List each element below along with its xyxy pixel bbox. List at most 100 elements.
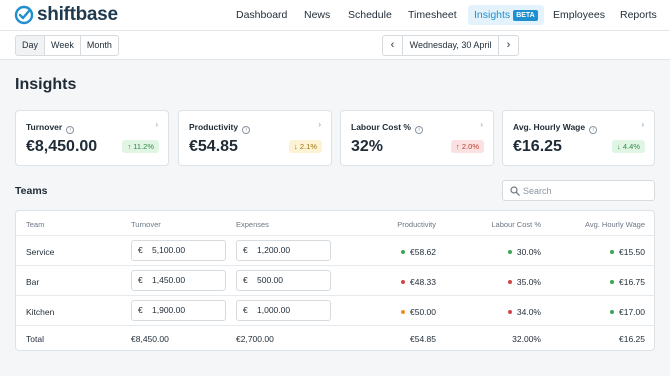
productivity-cell: €58.62 (401, 247, 436, 257)
nav-insights[interactable]: Insights BETA (468, 5, 544, 25)
total-productivity: €54.85 (410, 334, 436, 344)
info-icon[interactable]: i (66, 126, 75, 134)
wage-value: €16.75 (619, 277, 645, 287)
nav-employees[interactable]: Employees (553, 5, 605, 25)
wage-value: €17.00 (619, 307, 645, 317)
kpi-change-value: 11.2% (133, 142, 154, 151)
expenses-value: 500.00 (257, 275, 283, 285)
expenses-input[interactable]: €1,200.00 (236, 240, 331, 261)
view-month-button[interactable]: Month (81, 36, 118, 55)
kpi-change-value: 2.1% (299, 142, 317, 151)
total-turnover: €8,450.00 (131, 334, 169, 344)
status-dot (610, 280, 614, 284)
nav-news[interactable]: News (304, 5, 330, 25)
logo[interactable]: shiftbase (14, 4, 118, 25)
kpi-change-badge: ↑ 11.2% (122, 140, 159, 153)
arrow-down-icon: ↓ (617, 142, 621, 151)
search-input[interactable] (523, 183, 648, 198)
nav-timesheet[interactable]: Timesheet (408, 5, 457, 25)
status-dot (610, 310, 614, 314)
current-date[interactable]: Wednesday, 30 April (403, 36, 498, 55)
wage-cell: €16.75 (610, 277, 645, 287)
view-toolbar: Day Week Month ‹ Wednesday, 30 April › (0, 31, 670, 60)
turnover-input[interactable]: €1,900.00 (131, 300, 226, 321)
info-icon[interactable]: i (242, 126, 251, 134)
page-title: Insights (15, 76, 77, 93)
expenses-input[interactable]: €500.00 (236, 270, 331, 291)
nav-dashboard[interactable]: Dashboard (236, 5, 287, 25)
column-header-avg-hourly-wage[interactable]: Avg. Hourly Wage (585, 220, 645, 229)
table-row: Service €5,100.00 €1,200.00 €58.62 30.0%… (16, 236, 654, 266)
status-dot (507, 310, 512, 314)
euro-icon: € (138, 305, 143, 315)
chevron-left-icon[interactable]: ‹ (383, 36, 403, 55)
info-icon[interactable]: i (414, 126, 423, 134)
expenses-value: 1,200.00 (257, 245, 291, 255)
turnover-input[interactable]: €5,100.00 (131, 240, 226, 261)
status-dot (401, 310, 405, 314)
kpi-change-badge: ↓ 2.1% (289, 140, 322, 153)
status-dot (507, 250, 512, 254)
logo-text: shiftbase (37, 4, 118, 25)
chevron-right-icon[interactable]: › (498, 36, 518, 55)
column-header-team[interactable]: Team (26, 220, 44, 229)
kpi-label-text: Turnover (26, 122, 63, 132)
chevron-right-icon: › (155, 120, 158, 129)
column-header-labour-cost[interactable]: Labour Cost % (491, 220, 541, 229)
kpi-card-avg-hourly-wage[interactable]: Avg. Hourly Wage i › €16.25 ↓ 4.4% (502, 110, 655, 166)
euro-icon: € (243, 305, 248, 315)
arrow-up-icon: ↑ (456, 142, 460, 151)
kpi-card-labour-cost[interactable]: Labour Cost % i › 32% ↑ 2.0% (340, 110, 494, 166)
column-header-expenses[interactable]: Expenses (236, 220, 269, 229)
kpi-label: Turnover i (26, 122, 75, 134)
euro-icon: € (138, 275, 143, 285)
productivity-value: €58.62 (410, 247, 436, 257)
beta-badge: BETA (513, 10, 538, 21)
kpi-label: Productivity i (189, 122, 251, 134)
teams-heading: Teams (15, 185, 48, 197)
productivity-cell: €50.00 (401, 307, 436, 317)
nav-reports[interactable]: Reports (620, 5, 657, 25)
kpi-change-badge: ↓ 4.4% (612, 140, 645, 153)
info-icon[interactable]: i (589, 126, 598, 134)
turnover-input[interactable]: €1,450.00 (131, 270, 226, 291)
kpi-card-productivity[interactable]: Productivity i › €54.85 ↓ 2.1% (178, 110, 332, 166)
nav-insights-label: Insights (474, 9, 511, 21)
kpi-label-text: Labour Cost % (351, 122, 411, 132)
status-dot (401, 280, 405, 284)
nav-schedule[interactable]: Schedule (348, 5, 392, 25)
total-labour-cost: 32.00% (512, 334, 541, 344)
logo-check-icon (14, 5, 34, 25)
date-navigator: ‹ Wednesday, 30 April › (382, 35, 519, 56)
table-row: Kitchen €1,900.00 €1,000.00 €50.00 34.0%… (16, 296, 654, 326)
view-day-button[interactable]: Day (16, 36, 46, 55)
team-name: Service (26, 247, 55, 257)
kpi-change-value: 2.0% (461, 142, 479, 151)
view-week-button[interactable]: Week (45, 36, 81, 55)
status-dot (610, 250, 614, 254)
top-navigation-bar: shiftbase Dashboard News Schedule Timesh… (0, 0, 670, 31)
wage-cell: €15.50 (610, 247, 645, 257)
view-switcher: Day Week Month (15, 35, 119, 56)
kpi-value: €16.25 (513, 138, 562, 155)
euro-icon: € (243, 245, 248, 255)
total-avg-hourly-wage: €16.25 (619, 334, 645, 344)
kpi-label: Avg. Hourly Wage i (513, 122, 598, 134)
turnover-value: 1,900.00 (152, 305, 186, 315)
kpi-change-badge: ↑ 2.0% (451, 140, 484, 153)
labour-cost-cell: 35.0% (507, 277, 541, 287)
wage-cell: €17.00 (610, 307, 645, 317)
expenses-input[interactable]: €1,000.00 (236, 300, 331, 321)
team-name: Kitchen (26, 307, 55, 317)
table-header-row: Team Turnover Expenses Productivity Labo… (16, 211, 654, 236)
chevron-right-icon: › (641, 120, 644, 129)
arrow-up-icon: ↑ (127, 142, 132, 151)
expenses-value: 1,000.00 (257, 305, 291, 315)
productivity-value: €48.33 (410, 277, 436, 287)
kpi-card-turnover[interactable]: Turnover i › €8,450.00 ↑ 11.2% (15, 110, 169, 166)
kpi-value: 32% (351, 138, 384, 155)
kpi-label: Labour Cost % i (351, 122, 423, 134)
column-header-turnover[interactable]: Turnover (131, 220, 161, 229)
total-label: Total (26, 334, 44, 344)
column-header-productivity[interactable]: Productivity (397, 220, 436, 229)
